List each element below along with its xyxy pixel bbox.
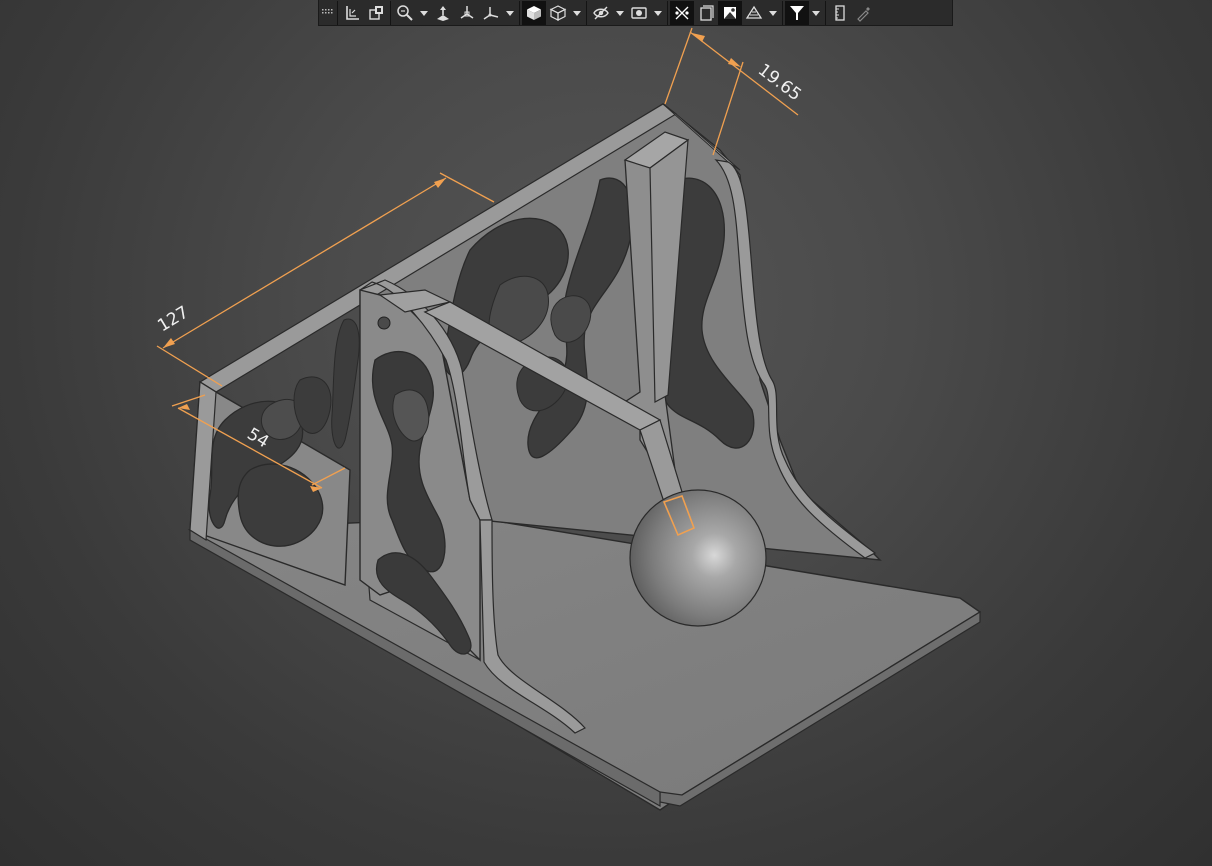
chevron-down-icon[interactable]	[503, 1, 517, 25]
sphere[interactable]	[629, 489, 767, 627]
wireframe-display-icon[interactable]	[546, 1, 570, 25]
model-scene: 127 54 19.65	[154, 27, 982, 811]
chevron-down-icon[interactable]	[766, 1, 780, 25]
grip-icon[interactable]	[319, 1, 335, 25]
dimension-127-label: 127	[154, 302, 192, 336]
color-picker-icon[interactable]	[852, 1, 876, 25]
chevron-down-icon[interactable]	[570, 1, 584, 25]
measure-icon[interactable]	[828, 1, 852, 25]
chevron-down-icon[interactable]	[417, 1, 431, 25]
chevron-down-icon[interactable]	[809, 1, 823, 25]
filter-icon[interactable]	[785, 0, 809, 25]
view-sketch-relations-icon[interactable]	[670, 0, 694, 25]
separator	[667, 0, 668, 25]
section-view-icon[interactable]	[364, 1, 388, 25]
graphics-viewport[interactable]: 127 54 19.65	[0, 0, 1212, 866]
view-orientation-icon[interactable]	[431, 1, 455, 25]
standard-views-icon[interactable]	[455, 1, 479, 25]
separator	[519, 0, 520, 25]
apply-scene-icon[interactable]	[718, 0, 742, 25]
separator	[337, 0, 338, 25]
separator	[825, 0, 826, 25]
chevron-down-icon[interactable]	[613, 1, 627, 25]
display-style-icon[interactable]	[742, 1, 766, 25]
previous-view-icon[interactable]	[340, 1, 364, 25]
heads-up-view-toolbar	[318, 0, 953, 26]
separator	[586, 0, 587, 25]
separator	[782, 0, 783, 25]
chevron-down-icon[interactable]	[651, 1, 665, 25]
hide-show-items-icon[interactable]	[589, 1, 613, 25]
zoom-to-fit-icon[interactable]	[393, 1, 417, 25]
separator	[390, 0, 391, 25]
view-triad-icon[interactable]	[479, 1, 503, 25]
dimension-19-65-label: 19.65	[754, 60, 805, 105]
view-settings-icon[interactable]	[694, 1, 718, 25]
shaded-display-icon[interactable]	[522, 0, 546, 25]
edit-appearance-icon[interactable]	[627, 1, 651, 25]
